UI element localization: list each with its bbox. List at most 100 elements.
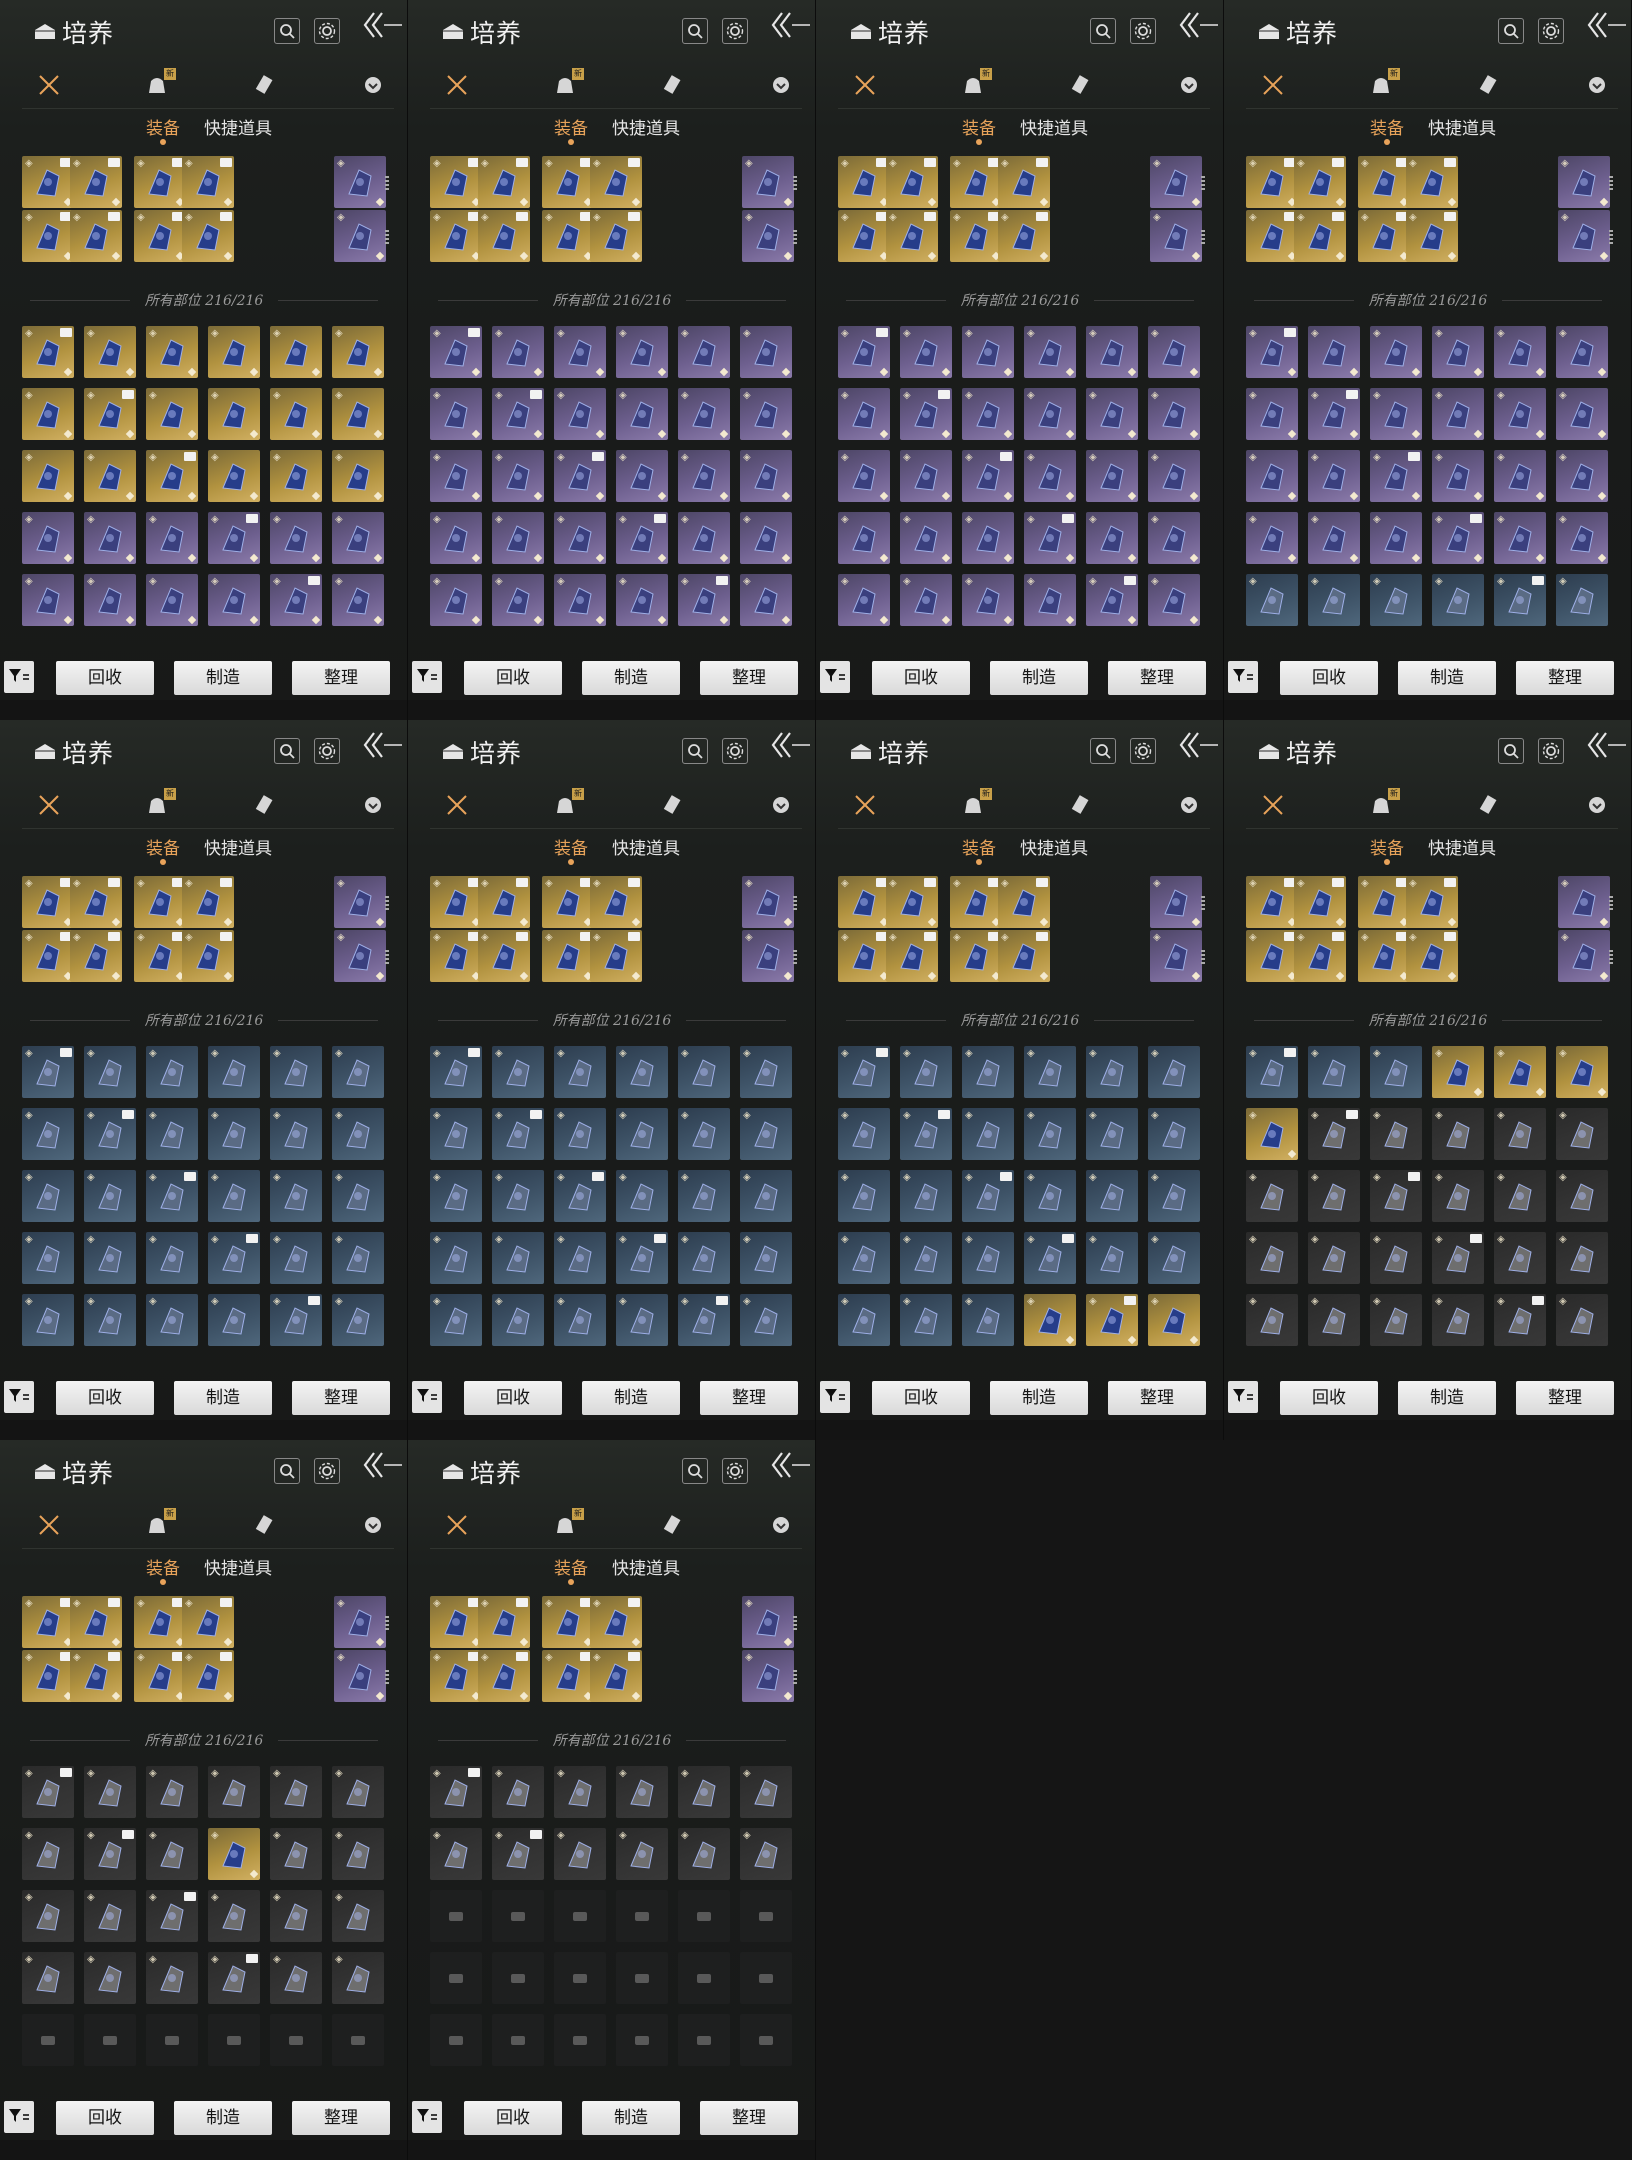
equipped-slot[interactable]: ◈ [542, 210, 594, 262]
equipped-slot[interactable]: ◈ [590, 1596, 642, 1648]
inventory-item[interactable]: ◈ [146, 388, 198, 440]
inventory-item[interactable]: ◈ [1024, 1108, 1076, 1160]
inventory-item[interactable] [616, 1952, 668, 2004]
inventory-item[interactable]: ◈ [1246, 388, 1298, 440]
inventory-item[interactable]: ◈ [838, 1170, 890, 1222]
inventory-item[interactable]: ◈ [616, 326, 668, 378]
tab-scroll[interactable] [1066, 72, 1096, 102]
craft-button[interactable]: 制造 [582, 1381, 680, 1415]
inventory-item[interactable]: ◈ [22, 1170, 74, 1222]
inventory-item[interactable]: ◈ [1246, 1294, 1298, 1346]
inventory-item[interactable]: ◈ [146, 1046, 198, 1098]
recycle-button[interactable]: 回收 [464, 661, 562, 695]
inventory-item[interactable] [740, 1952, 792, 2004]
inventory-item[interactable]: ◈ [22, 326, 74, 378]
inventory-item[interactable]: ◈ [332, 1294, 384, 1346]
back-arrows-icon[interactable] [1586, 730, 1628, 760]
inventory-item[interactable] [430, 1952, 482, 2004]
recycle-button[interactable]: 回收 [56, 1381, 154, 1415]
equipped-slot[interactable]: ◈ [998, 156, 1050, 208]
inventory-item[interactable]: ◈ [962, 1294, 1014, 1346]
search-icon[interactable] [1498, 18, 1524, 44]
inventory-item[interactable]: ◈ [146, 450, 198, 502]
inventory-item[interactable]: ◈ [22, 1766, 74, 1818]
inventory-item[interactable]: ◈ [1494, 512, 1546, 564]
inventory-item[interactable]: ◈ [332, 1170, 384, 1222]
equipped-slot[interactable]: ◈ [1358, 876, 1410, 928]
tab-misc[interactable] [358, 72, 388, 102]
equipped-slot[interactable]: ◈ [998, 930, 1050, 982]
inventory-item[interactable]: ◈ [270, 1232, 322, 1284]
inventory-item[interactable]: ◈ [1246, 326, 1298, 378]
inventory-item[interactable]: ◈ [1432, 1294, 1484, 1346]
inventory-item[interactable]: ◈ [22, 1890, 74, 1942]
inventory-item[interactable]: ◈ [84, 326, 136, 378]
equipped-slot[interactable]: ◈ [950, 210, 1002, 262]
inventory-item[interactable]: ◈ [332, 1766, 384, 1818]
inventory-item[interactable]: ◈ [146, 1766, 198, 1818]
inventory-item[interactable]: ◈ [1308, 388, 1360, 440]
tab-equip[interactable]: 装备 [554, 114, 588, 145]
tab-quick-items[interactable]: 快捷道具 [1020, 114, 1088, 139]
inventory-item[interactable]: ◈ [146, 512, 198, 564]
inventory-item[interactable]: ◈ [1148, 326, 1200, 378]
equipped-slot[interactable]: ◈ [430, 210, 482, 262]
inventory-item[interactable]: ◈ [900, 512, 952, 564]
equipped-slot[interactable]: ◈ [1358, 930, 1410, 982]
inventory-item[interactable]: ◈ [208, 1294, 260, 1346]
equipped-slot[interactable]: ◈ [182, 156, 234, 208]
tab-bag[interactable]: 新 [550, 1508, 584, 1542]
inventory-item[interactable]: ◈ [1432, 1170, 1484, 1222]
inventory-item[interactable]: ◈ [146, 1108, 198, 1160]
tab-weapons[interactable] [34, 72, 64, 102]
inventory-item[interactable]: ◈ [208, 388, 260, 440]
gear-icon[interactable] [314, 1458, 340, 1484]
inventory-item[interactable]: ◈ [146, 1952, 198, 2004]
accessory-slot[interactable]: ◈ [1558, 930, 1610, 982]
recycle-button[interactable]: 回收 [56, 2101, 154, 2135]
equipped-slot[interactable]: ◈ [1246, 876, 1298, 928]
sort-button[interactable]: 整理 [292, 2101, 390, 2135]
tab-weapons[interactable] [442, 1512, 472, 1542]
inventory-item[interactable]: ◈ [1308, 1294, 1360, 1346]
accessory-slot[interactable]: ◈ [1150, 876, 1202, 928]
tab-bag[interactable]: 新 [550, 68, 584, 102]
filter-button[interactable] [820, 1381, 850, 1413]
tab-weapons[interactable] [850, 792, 880, 822]
inventory-item[interactable]: ◈ [1246, 1108, 1298, 1160]
inventory-item[interactable]: ◈ [616, 388, 668, 440]
inventory-item[interactable]: ◈ [492, 1766, 544, 1818]
tab-weapons[interactable] [1258, 792, 1288, 822]
equipped-slot[interactable]: ◈ [70, 876, 122, 928]
accessory-slot[interactable]: ◈ [334, 156, 386, 208]
inventory-item[interactable]: ◈ [1370, 1108, 1422, 1160]
equipped-slot[interactable]: ◈ [590, 876, 642, 928]
gear-icon[interactable] [1538, 738, 1564, 764]
inventory-item[interactable]: ◈ [332, 512, 384, 564]
inventory-item[interactable] [84, 2014, 136, 2066]
inventory-item[interactable]: ◈ [430, 326, 482, 378]
inventory-item[interactable]: ◈ [84, 388, 136, 440]
inventory-item[interactable]: ◈ [208, 1952, 260, 2004]
tab-equip[interactable]: 装备 [1370, 114, 1404, 145]
equipped-slot[interactable]: ◈ [838, 930, 890, 982]
accessory-slot[interactable]: ◈ [334, 876, 386, 928]
search-icon[interactable] [1090, 18, 1116, 44]
equipped-slot[interactable]: ◈ [1358, 156, 1410, 208]
filter-button[interactable] [412, 2101, 442, 2133]
inventory-item[interactable]: ◈ [1556, 1108, 1608, 1160]
inventory-item[interactable]: ◈ [270, 450, 322, 502]
tab-bag[interactable]: 新 [550, 788, 584, 822]
inventory-item[interactable]: ◈ [1432, 1232, 1484, 1284]
inventory-item[interactable]: ◈ [492, 326, 544, 378]
tab-misc[interactable] [358, 1512, 388, 1542]
inventory-item[interactable]: ◈ [1432, 1046, 1484, 1098]
inventory-item[interactable]: ◈ [1148, 1232, 1200, 1284]
craft-button[interactable]: 制造 [174, 2101, 272, 2135]
inventory-item[interactable]: ◈ [22, 1046, 74, 1098]
inventory-item[interactable]: ◈ [838, 1108, 890, 1160]
inventory-item[interactable]: ◈ [678, 1170, 730, 1222]
tab-quick-items[interactable]: 快捷道具 [612, 834, 680, 859]
equipped-slot[interactable]: ◈ [430, 876, 482, 928]
inventory-item[interactable] [270, 2014, 322, 2066]
